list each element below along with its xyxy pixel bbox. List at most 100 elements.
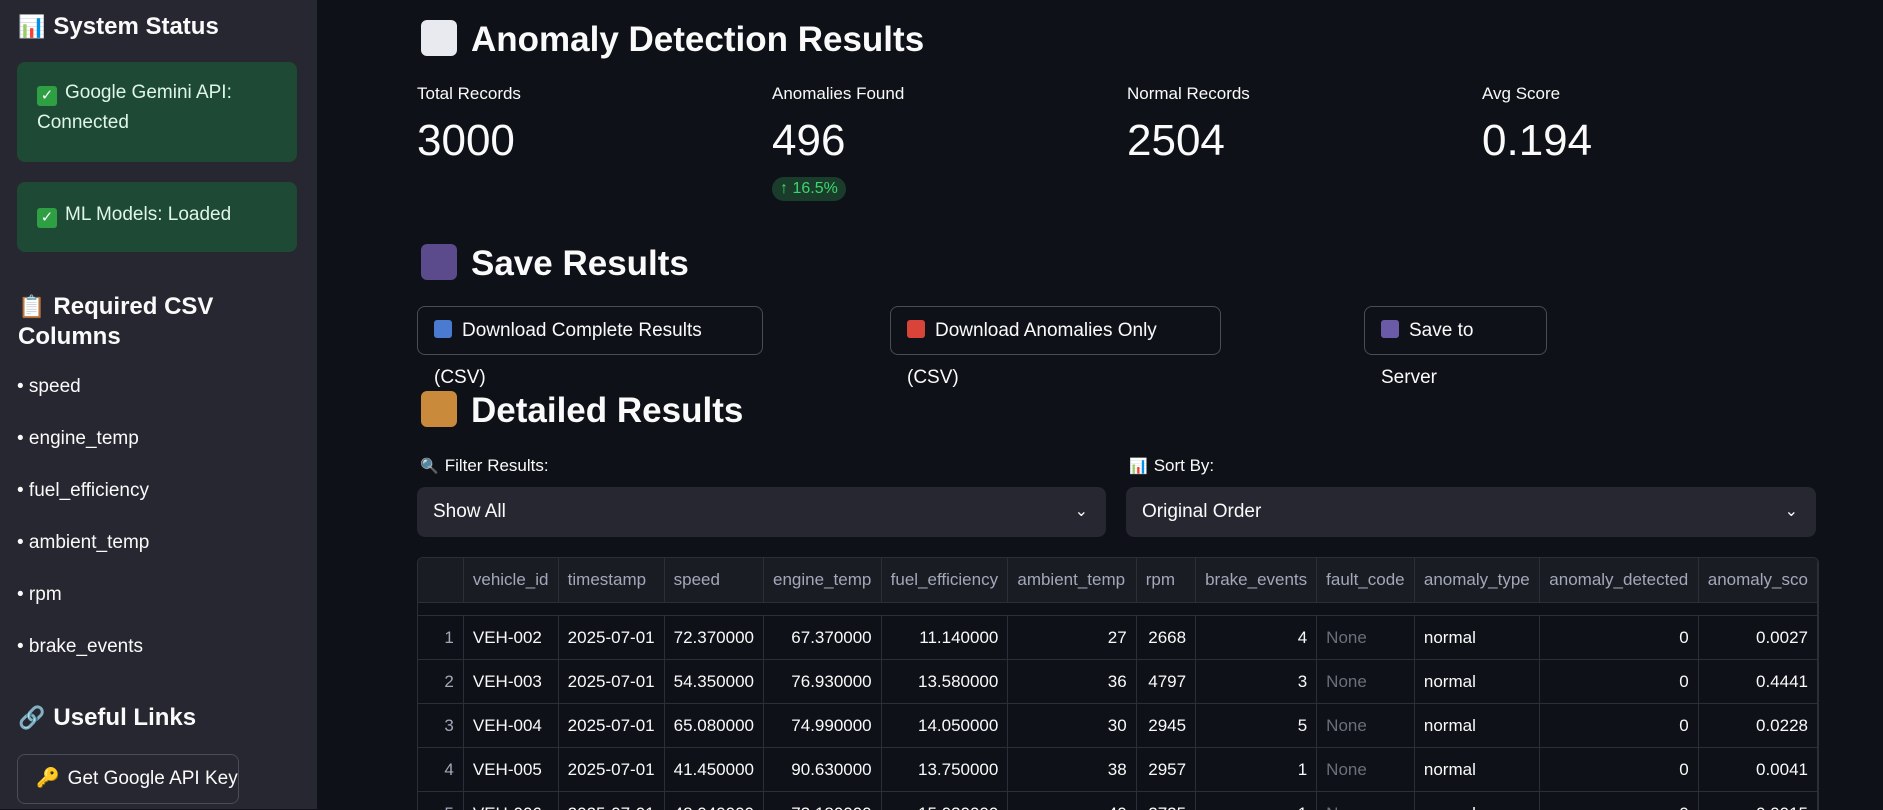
sort-select[interactable]: Original Order ⌄ — [1126, 487, 1816, 537]
table-cell[interactable]: VEH-003 — [463, 660, 558, 704]
table-cell[interactable]: 40 — [1008, 792, 1136, 810]
table-cell[interactable]: 3 — [1196, 660, 1317, 704]
inbox-tray-icon — [434, 320, 452, 338]
table-cell[interactable]: 36 — [1008, 660, 1136, 704]
table-cell[interactable]: normal — [1414, 616, 1539, 660]
get-google-api-key-button[interactable]: 🔑Get Google API Key — [17, 754, 239, 804]
table-cell[interactable]: 73.180000 — [764, 792, 882, 810]
clipboard-icon: 📋 — [18, 292, 45, 322]
table-cell[interactable]: VEH-002 — [463, 616, 558, 660]
table-row[interactable]: 3VEH-0042025-07-0165.08000074.99000014.0… — [418, 704, 1818, 748]
table-cell[interactable]: 13.750000 — [881, 748, 1008, 792]
column-header[interactable]: anomaly_detected — [1540, 558, 1698, 603]
column-header[interactable]: rpm — [1136, 558, 1195, 603]
bar-chart-icon: 📊 — [1129, 458, 1148, 475]
row-index-cell[interactable]: 5 — [418, 792, 463, 810]
table-cell[interactable]: normal — [1414, 660, 1539, 704]
column-header[interactable]: fault_code — [1317, 558, 1415, 603]
table-cell[interactable]: 74.990000 — [764, 704, 882, 748]
table-cell[interactable]: 0 — [1540, 792, 1698, 810]
table-cell[interactable]: 65.080000 — [664, 704, 763, 748]
column-header[interactable]: ambient_temp — [1008, 558, 1136, 603]
table-cell[interactable]: 2957 — [1136, 748, 1195, 792]
column-header[interactable]: anomaly_sco — [1698, 558, 1817, 603]
column-header[interactable]: engine_temp — [764, 558, 882, 603]
filter-select[interactable]: Show All ⌄ — [417, 487, 1106, 537]
column-header[interactable]: vehicle_id — [463, 558, 558, 603]
table-cell[interactable]: 41.450000 — [664, 748, 763, 792]
table-cell[interactable]: 11.140000 — [881, 616, 1008, 660]
table-cell[interactable]: 0.0041 — [1698, 748, 1817, 792]
column-header[interactable]: anomaly_type — [1414, 558, 1539, 603]
results-table[interactable]: vehicle_id timestamp speed engine_temp f… — [417, 557, 1819, 810]
metric-anomalies-found: Anomalies Found 496 — [772, 84, 904, 166]
table-cell[interactable]: 15.030000 — [881, 792, 1008, 810]
row-index-cell[interactable]: 1 — [418, 616, 463, 660]
table-cell[interactable]: 90.630000 — [764, 748, 882, 792]
table-row[interactable]: 5VEH-0062025-07-0148.04000073.18000015.0… — [418, 792, 1818, 810]
table-cell[interactable]: 0.0228 — [1698, 704, 1817, 748]
table-cell[interactable]: 2945 — [1136, 704, 1195, 748]
column-header[interactable]: fuel_efficiency — [881, 558, 1008, 603]
row-index-cell[interactable]: 2 — [418, 660, 463, 704]
table-cell[interactable]: 0.0015 — [1698, 792, 1817, 810]
table-cell[interactable]: 0.4441 — [1698, 660, 1817, 704]
table-cell[interactable]: 0 — [1540, 616, 1698, 660]
table-cell[interactable]: 54.350000 — [664, 660, 763, 704]
chevron-down-icon: ⌄ — [1785, 487, 1798, 537]
table-cell[interactable]: 76.930000 — [764, 660, 882, 704]
table-cell[interactable]: None — [1317, 616, 1415, 660]
check-icon: ✓ — [37, 208, 57, 228]
table-cell[interactable]: 4 — [1196, 616, 1317, 660]
table-cell[interactable]: 14.050000 — [881, 704, 1008, 748]
table-cell[interactable]: 2025-07-01 — [558, 616, 664, 660]
column-header[interactable]: timestamp — [558, 558, 664, 603]
table-cell[interactable]: 0 — [1540, 704, 1698, 748]
table-cell[interactable]: 2025-07-01 — [558, 704, 664, 748]
table-cell[interactable]: 0.0027 — [1698, 616, 1817, 660]
table-cell[interactable]: 67.370000 — [764, 616, 882, 660]
column-header[interactable]: speed — [664, 558, 763, 603]
table-cell[interactable]: 2725 — [1136, 792, 1195, 810]
table-cell[interactable]: None — [1317, 704, 1415, 748]
save-results-title: Save Results — [421, 242, 689, 286]
table-cell[interactable]: 4797 — [1136, 660, 1195, 704]
save-to-server-button[interactable]: Save to Server — [1364, 306, 1547, 355]
table-cell[interactable]: 0 — [1540, 748, 1698, 792]
table-row[interactable]: 2VEH-0032025-07-0154.35000076.93000013.5… — [418, 660, 1818, 704]
table-cell[interactable]: 48.040000 — [664, 792, 763, 810]
table-cell[interactable]: normal — [1414, 792, 1539, 810]
table-cell[interactable]: None — [1317, 792, 1415, 810]
table-row[interactable]: 4VEH-0052025-07-0141.45000090.63000013.7… — [418, 748, 1818, 792]
download-complete-button[interactable]: Download Complete Results (CSV) — [417, 306, 763, 355]
table-cell[interactable]: 72.370000 — [664, 616, 763, 660]
table-cell[interactable]: VEH-006 — [463, 792, 558, 810]
table-cell[interactable]: VEH-004 — [463, 704, 558, 748]
row-index-cell[interactable]: 4 — [418, 748, 463, 792]
table-cell[interactable]: 1 — [1196, 748, 1317, 792]
table-row[interactable]: 1VEH-0022025-07-0172.37000067.37000011.1… — [418, 616, 1818, 660]
column-header-index[interactable] — [418, 558, 463, 603]
table-cell[interactable]: None — [1317, 748, 1415, 792]
table-cell[interactable]: 1 — [1196, 792, 1317, 810]
table-cell[interactable]: None — [1317, 660, 1415, 704]
table-cell[interactable]: normal — [1414, 704, 1539, 748]
table-cell[interactable]: 0 — [1540, 660, 1698, 704]
table-cell[interactable]: 2025-07-01 — [558, 792, 664, 810]
column-header[interactable]: brake_events — [1196, 558, 1317, 603]
link-icon: 🔗 — [18, 703, 45, 733]
table-cell[interactable]: 27 — [1008, 616, 1136, 660]
table-cell[interactable]: 30 — [1008, 704, 1136, 748]
table-cell[interactable]: 5 — [1196, 704, 1317, 748]
table-cell[interactable]: normal — [1414, 748, 1539, 792]
csv-columns-heading: 📋Required CSV Columns — [18, 292, 298, 352]
table-cell[interactable]: VEH-005 — [463, 748, 558, 792]
table-cell[interactable]: 2025-07-01 — [558, 660, 664, 704]
table-cell[interactable]: 38 — [1008, 748, 1136, 792]
table-cell[interactable]: 2668 — [1136, 616, 1195, 660]
table-cell[interactable]: 2025-07-01 — [558, 748, 664, 792]
table-cell[interactable]: 13.580000 — [881, 660, 1008, 704]
bar-chart-icon: 📊 — [18, 12, 45, 42]
row-index-cell[interactable]: 3 — [418, 704, 463, 748]
download-anomalies-button[interactable]: Download Anomalies Only (CSV) — [890, 306, 1221, 355]
